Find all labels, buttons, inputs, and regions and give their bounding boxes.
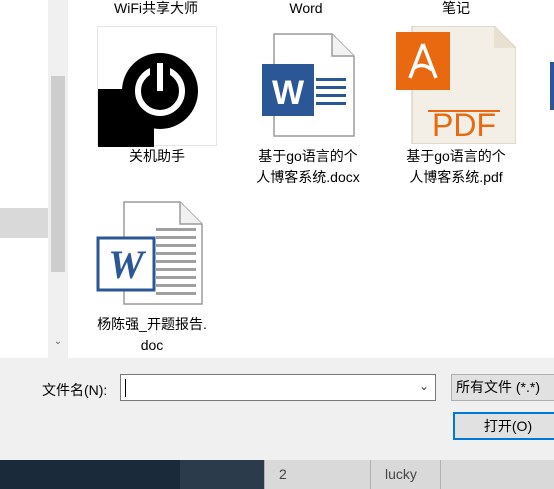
file-name-line2: doc bbox=[140, 337, 164, 353]
background-window-strip: 2 lucky bbox=[0, 460, 554, 489]
file-list[interactable]: WiFi共享大师 Word 笔记 关机助手 W 基于go语言的个 人博客系统.d… bbox=[68, 0, 554, 358]
file-name-line2: 人博客系统.pdf bbox=[409, 169, 503, 185]
file-name-line1: 基于go语言的个 bbox=[258, 148, 358, 164]
filename-label: 文件名(N): bbox=[42, 382, 108, 398]
file-item-blog-docx[interactable]: W 基于go语言的个 人博客系统.docx bbox=[246, 26, 370, 190]
file-open-dialog: ⌄ WiFi共享大师 Word 笔记 关机助手 W 基于go语言的个 人博客系统… bbox=[0, 0, 554, 460]
partial-file-icon[interactable] bbox=[550, 62, 554, 110]
nav-scrollbar[interactable]: ⌄ bbox=[48, 0, 68, 358]
file-label-word[interactable]: Word bbox=[246, 0, 366, 19]
word-doc-icon: W bbox=[254, 32, 364, 142]
power-app-icon bbox=[97, 26, 217, 147]
file-label-wifi[interactable]: WiFi共享大师 bbox=[96, 0, 216, 19]
file-label-notes[interactable]: 笔记 bbox=[396, 0, 516, 19]
svg-text:W: W bbox=[272, 74, 305, 112]
file-type-filter[interactable]: 所有文件 (*.*) bbox=[451, 374, 554, 401]
filename-input[interactable]: ⌄ bbox=[120, 374, 436, 401]
file-name-line1: 杨陈强_开题报告. bbox=[97, 316, 207, 332]
nav-selected-item[interactable] bbox=[0, 208, 48, 238]
navigation-pane[interactable] bbox=[0, 0, 48, 358]
file-name-line1: 基于go语言的个 bbox=[406, 148, 506, 164]
scroll-thumb[interactable] bbox=[51, 76, 65, 272]
background-dark-cell bbox=[180, 460, 264, 489]
scroll-down-arrow[interactable]: ⌄ bbox=[48, 336, 68, 347]
background-cell-number: 2 bbox=[264, 460, 370, 489]
chevron-down-icon[interactable]: ⌄ bbox=[419, 379, 429, 393]
file-item-shutdown[interactable]: 关机助手 bbox=[96, 26, 218, 164]
open-button[interactable]: 打开(O) bbox=[453, 412, 554, 440]
file-name-line2: 人博客系统.docx bbox=[256, 169, 360, 185]
svg-text:W: W bbox=[108, 242, 146, 287]
background-cell-name: lucky bbox=[370, 460, 440, 489]
text-caret bbox=[125, 379, 126, 397]
file-item-blog-pdf[interactable]: PDF 基于go语言的个 人博客系统.pdf bbox=[394, 25, 518, 190]
background-cell-empty bbox=[440, 460, 554, 489]
word-legacy-doc-icon: W bbox=[96, 198, 206, 308]
pdf-doc-icon: PDF bbox=[396, 25, 517, 145]
file-name: 关机助手 bbox=[129, 148, 185, 164]
svg-text:PDF: PDF bbox=[432, 107, 496, 143]
file-item-proposal-doc[interactable]: W 杨陈强_开题报告. doc bbox=[96, 198, 220, 358]
